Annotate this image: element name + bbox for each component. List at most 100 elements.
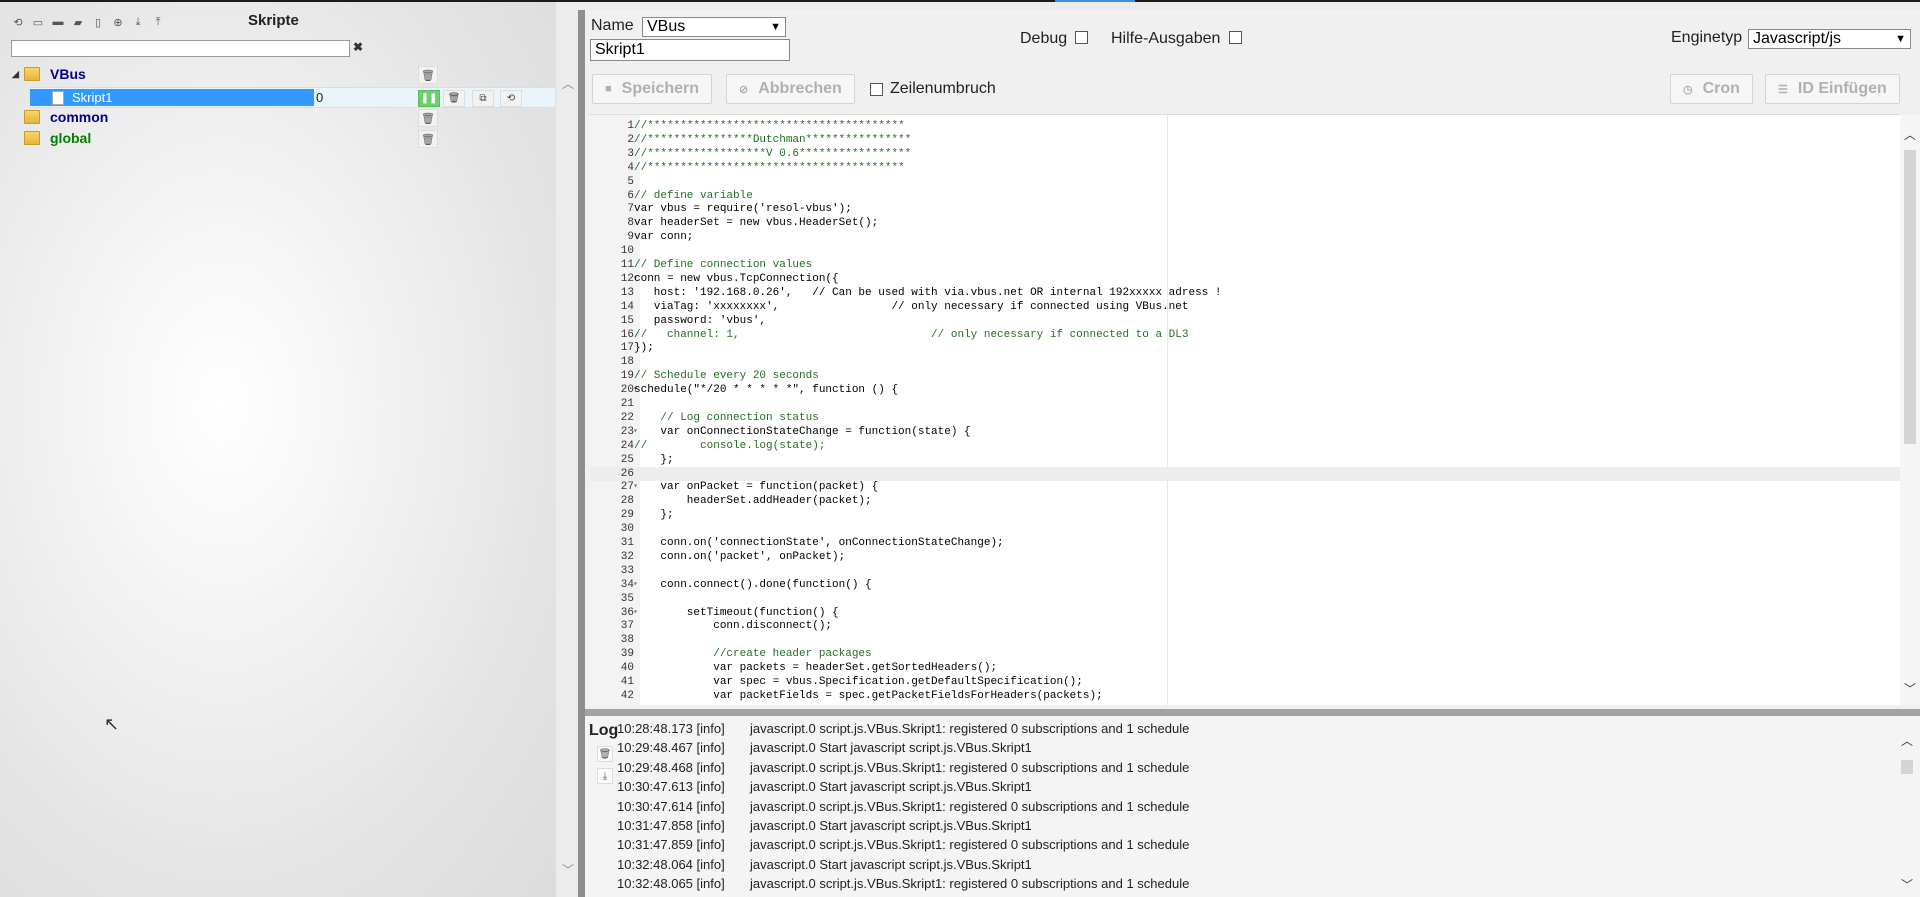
- code-line[interactable]: 23 ▾ var onConnectionStateChange = functi…: [590, 425, 1900, 439]
- line-number: 15: [620, 314, 634, 327]
- delete-icon[interactable]: 🗑: [418, 66, 438, 84]
- delete-icon[interactable]: 🗑: [418, 130, 438, 148]
- delete-icon[interactable]: 🗑: [418, 109, 438, 127]
- code-line[interactable]: 31 conn.on('connectionState', onConnecti…: [590, 536, 1900, 550]
- upload-icon[interactable]: ⤒: [150, 14, 166, 30]
- code-line[interactable]: 20 ▾ schedule("*/20 * * * * *", function (…: [590, 383, 1900, 397]
- code-line[interactable]: 27 ▾ var onPacket = function(packet) {: [590, 480, 1900, 494]
- chevron-down-icon[interactable]: ﹀: [1901, 876, 1913, 893]
- code-line[interactable]: 13 host: '192.168.0.26', // Can be used …: [590, 286, 1900, 300]
- file-icon[interactable]: ▯: [90, 14, 106, 30]
- engine-type-select[interactable]: Javascript/js ▼: [1748, 29, 1911, 49]
- scrollbar-thumb[interactable]: [1904, 150, 1916, 444]
- line-number: 16: [620, 328, 634, 341]
- cron-button[interactable]: ◷ Cron: [1670, 74, 1753, 104]
- tree-folder-common[interactable]: common: [12, 108, 108, 126]
- folder-icon[interactable]: ▬: [50, 14, 66, 30]
- download-log-icon[interactable]: ⤓: [597, 768, 613, 784]
- code-line[interactable]: 35: [590, 592, 1900, 606]
- code-line[interactable]: 32 conn.on('packet', onPacket);: [590, 550, 1900, 564]
- editor-scrollbar[interactable]: ︿ ﹀: [1900, 115, 1920, 705]
- chevron-up-icon[interactable]: ︿: [562, 75, 574, 92]
- code-line[interactable]: 11// Define connection values: [590, 258, 1900, 272]
- restart-icon[interactable]: ⟲: [500, 90, 522, 107]
- word-wrap-checkbox[interactable]: [870, 83, 883, 96]
- code-line[interactable]: 18: [590, 355, 1900, 369]
- vertical-splitter[interactable]: [578, 10, 585, 897]
- chevron-down-icon[interactable]: ﹀: [562, 861, 574, 878]
- code-line[interactable]: 25 };: [590, 453, 1900, 467]
- code-line[interactable]: 15 password: 'vbus',: [590, 314, 1900, 328]
- code-line[interactable]: 3//******************V 0.6**************…: [590, 147, 1900, 161]
- chevron-up-icon[interactable]: ︿: [1904, 126, 1916, 143]
- code-line[interactable]: 4//*************************************…: [590, 161, 1900, 175]
- code-line[interactable]: 5: [590, 175, 1900, 189]
- code-line[interactable]: 36 ▾ setTimeout(function() {: [590, 606, 1900, 620]
- download-icon[interactable]: ⤓: [130, 14, 146, 30]
- code-line[interactable]: 14 viaTag: 'xxxxxxxx', // only necessary…: [590, 300, 1900, 314]
- folder-select-value: VBus: [647, 18, 686, 35]
- pause-button[interactable]: ❚❚: [418, 90, 440, 107]
- code-line[interactable]: 24// console.log(state);: [590, 439, 1900, 453]
- script-name-input[interactable]: Skript1: [590, 39, 790, 61]
- code-line[interactable]: 22 // Log connection status: [590, 411, 1900, 425]
- add-icon[interactable]: ⊕: [110, 14, 126, 30]
- line-number: 19: [620, 370, 634, 383]
- tree-folder-vbus[interactable]: ◢ VBus: [12, 65, 86, 83]
- code-line[interactable]: 8 var headerSet = new vbus.HeaderSet();: [590, 216, 1900, 230]
- chevron-down-icon[interactable]: ﹀: [1904, 680, 1916, 697]
- code-line[interactable]: 1//*************************************…: [590, 119, 1900, 133]
- code-line[interactable]: 33: [590, 564, 1900, 578]
- code-line[interactable]: 9 var conn;: [590, 230, 1900, 244]
- code-editor[interactable]: 1//*************************************…: [590, 114, 1920, 705]
- clear-log-icon[interactable]: 🗑: [597, 746, 613, 762]
- code-line[interactable]: 40 var packets = headerSet.getSortedHead…: [590, 661, 1900, 675]
- hilfe-ausgaben-checkbox[interactable]: [1229, 31, 1242, 44]
- log-scrollbar[interactable]: ︿ ﹀: [1897, 716, 1917, 897]
- line-number: 31: [620, 537, 634, 549]
- horizontal-splitter[interactable]: [585, 709, 1920, 716]
- script-selection[interactable]: Skript1: [30, 89, 314, 106]
- folder-select[interactable]: VBus ▼: [642, 17, 786, 37]
- refresh-icon[interactable]: ⟲: [10, 14, 26, 30]
- tree-folder-global[interactable]: global: [12, 129, 91, 147]
- code-line[interactable]: 19// Schedule every 20 seconds: [590, 369, 1900, 383]
- script-editor-panel: Name VBus ▼ Skript1 Debug Hilfe-Ausgaben…: [585, 10, 1920, 897]
- folder-open-icon[interactable]: ▰: [70, 14, 86, 30]
- tree-script-skript1[interactable]: Skript1 0 ❚❚ 🗑 ⧉ ⟲: [30, 87, 555, 108]
- code-line[interactable]: 38: [590, 633, 1900, 647]
- code-line[interactable]: 41 var spec = vbus.Specification.getDefa…: [590, 675, 1900, 689]
- insert-id-button[interactable]: ☰ ID Einfügen: [1765, 74, 1900, 104]
- debug-checkbox[interactable]: [1075, 31, 1088, 44]
- code-line[interactable]: 7 var vbus = require('resol-vbus');: [590, 202, 1900, 216]
- collapse-icon[interactable]: ▭: [30, 14, 46, 30]
- code-line[interactable]: 26: [590, 466, 1900, 481]
- code-line[interactable]: 16// channel: 1, // only necessary if co…: [590, 328, 1900, 342]
- code-line[interactable]: 34 ▾ conn.connect().done(function() {: [590, 578, 1900, 592]
- code-line[interactable]: 17});: [590, 341, 1900, 355]
- code-line[interactable]: 21: [590, 397, 1900, 411]
- script-filter-input[interactable]: [11, 40, 350, 57]
- log-time: 10:32:48.065 [info]: [617, 876, 725, 892]
- clear-filter-icon[interactable]: ✖: [353, 40, 363, 54]
- code-line[interactable]: 12 ▾ conn = new vbus.TcpConnection({: [590, 272, 1900, 286]
- log-message: javascript.0 Start javascript script.js.…: [750, 856, 1032, 872]
- code-line[interactable]: 2//****************Dutchman*************…: [590, 133, 1900, 147]
- expand-caret-icon[interactable]: ◢: [12, 69, 24, 80]
- code-line[interactable]: 30: [590, 522, 1900, 536]
- code-line[interactable]: 37 conn.disconnect();: [590, 619, 1900, 633]
- code-line[interactable]: 42 var packetFields = spec.getPacketFiel…: [590, 689, 1900, 703]
- save-button[interactable]: ■ Speichern: [592, 74, 713, 104]
- code-line[interactable]: 29 };: [590, 508, 1900, 522]
- scrollbar-thumb[interactable]: [1901, 760, 1913, 774]
- code-line[interactable]: 39 //create header packages: [590, 647, 1900, 661]
- log-message: javascript.0 script.js.VBus.Skript1: reg…: [750, 721, 1190, 736]
- code-line[interactable]: 28 headerSet.addHeader(packet);: [590, 494, 1900, 508]
- code-line[interactable]: 6// define variable: [590, 189, 1900, 203]
- chevron-up-icon[interactable]: ︿: [1901, 732, 1913, 749]
- copy-icon[interactable]: ⧉: [472, 90, 494, 107]
- code-line[interactable]: 10: [590, 244, 1900, 258]
- cancel-button[interactable]: ⊘ Abbrechen: [726, 74, 855, 104]
- delete-icon[interactable]: 🗑: [443, 90, 465, 107]
- log-time: 10:32:48.064 [info]: [617, 856, 725, 872]
